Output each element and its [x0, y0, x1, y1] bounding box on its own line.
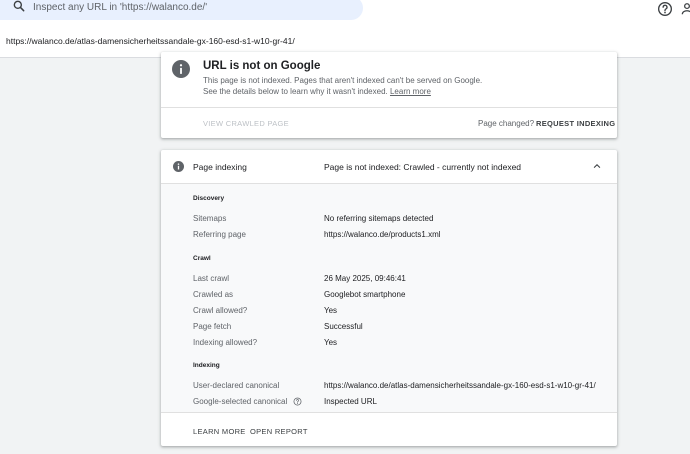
learn-more-link[interactable]: Learn more — [390, 87, 431, 96]
divider — [161, 107, 617, 108]
chevron-up-icon[interactable] — [592, 161, 602, 171]
google-canonical-label-text: Google-selected canonical — [193, 397, 288, 406]
search-icon — [13, 0, 25, 12]
top-bar: Inspect any URL in 'https://walanco.de/'… — [0, 0, 690, 58]
page-indexing-title: Page indexing — [193, 162, 247, 172]
info-icon — [172, 60, 190, 78]
crawl-allowed-label: Crawl allowed? — [193, 306, 248, 315]
google-canonical-value: Inspected URL — [324, 397, 377, 406]
help-icon[interactable] — [293, 397, 302, 406]
indexing-allowed-value: Yes — [324, 338, 338, 347]
page-indexing-status: Page is not indexed: Crawled - currently… — [324, 162, 522, 172]
page-changed-label: Page changed? — [478, 119, 535, 128]
url-inspection-search[interactable]: Inspect any URL in 'https://walanco.de/' — [0, 0, 363, 20]
last-crawl-value: 26 May 2025, 09:46:41 — [324, 274, 406, 283]
google-canonical-label: Google-selected canonical — [193, 397, 302, 406]
referring-page-label: Referring page — [193, 230, 246, 239]
request-indexing-button[interactable]: REQUEST INDEXING — [536, 119, 615, 128]
crawl-heading: Crawl — [193, 255, 211, 262]
sitemaps-label: Sitemaps — [193, 214, 227, 223]
user-canonical-label: User-declared canonical — [193, 381, 280, 390]
page-indexing-footer: LEARN MORE OPEN REPORT — [161, 412, 617, 447]
referring-page-value[interactable]: https://walanco.de/products1.xml — [324, 230, 441, 239]
status-description: This page is not indexed. Pages that are… — [203, 75, 483, 97]
indexing-allowed-label: Indexing allowed? — [193, 338, 258, 347]
page-indexing-details: Discovery Sitemaps No referring sitemaps… — [161, 184, 617, 412]
status-description-text: This page is not indexed. Pages that are… — [203, 76, 483, 96]
page-indexing-card: Page indexing Page is not indexed: Crawl… — [161, 150, 617, 446]
discovery-heading: Discovery — [193, 195, 225, 202]
indexing-heading: Indexing — [193, 362, 220, 369]
account-icon[interactable] — [680, 2, 690, 16]
search-input[interactable]: Inspect any URL in 'https://walanco.de/' — [33, 2, 207, 13]
page-fetch-value: Successful — [324, 322, 363, 331]
crawled-as-label: Crawled as — [193, 290, 234, 299]
last-crawl-label: Last crawl — [193, 274, 230, 283]
crawled-as-value: Googlebot smartphone — [324, 290, 406, 299]
help-icon[interactable] — [657, 1, 673, 17]
user-canonical-value: https://walanco.de/atlas-damensicherheit… — [324, 381, 596, 390]
learn-more-button[interactable]: LEARN MORE — [193, 427, 246, 436]
open-report-button[interactable]: OPEN REPORT — [250, 427, 308, 436]
sitemaps-value: No referring sitemaps detected — [324, 214, 434, 223]
page-fetch-label: Page fetch — [193, 322, 232, 331]
inspected-url: https://walanco.de/atlas-damensicherheit… — [6, 36, 295, 46]
info-icon — [173, 161, 184, 172]
page-indexing-header[interactable]: Page indexing Page is not indexed: Crawl… — [161, 150, 617, 184]
url-status-card: URL is not on Google This page is not in… — [161, 52, 617, 138]
view-crawled-page-button[interactable]: VIEW CRAWLED PAGE — [203, 119, 289, 128]
crawl-allowed-value: Yes — [324, 306, 338, 315]
status-title: URL is not on Google — [203, 60, 321, 72]
